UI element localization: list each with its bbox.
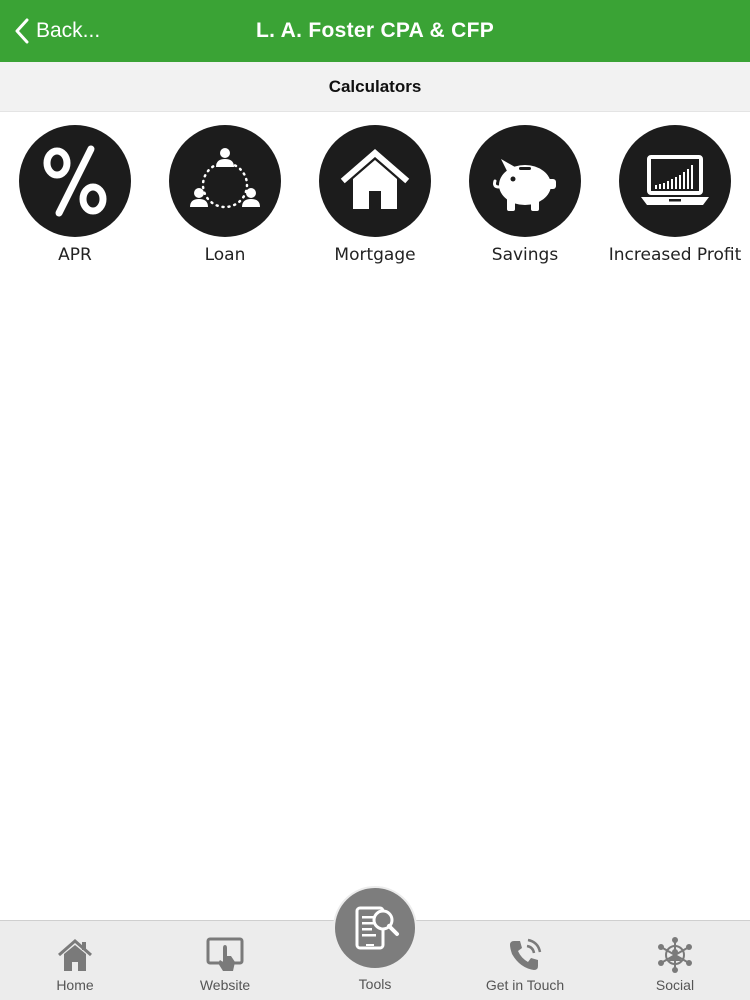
tab-label: Get in Touch [485, 977, 565, 993]
calculator-icon-circle [469, 125, 581, 237]
tab-home[interactable]: Home [0, 921, 150, 1000]
tools-search-icon [355, 906, 399, 950]
top-header-bar: Back... L. A. Foster CPA & CFP [0, 0, 750, 62]
calculator-label: Increased Profit [608, 245, 742, 265]
calculator-icon-circle [619, 125, 731, 237]
tools-button-circle[interactable] [335, 888, 415, 968]
calculator-icon-circle [19, 125, 131, 237]
calculator-label: Loan [204, 245, 246, 265]
calculators-grid: APR Loan Mortgage Savings Increased Prof… [0, 125, 750, 275]
website-touch-icon [205, 935, 245, 975]
laptop-chart-icon [641, 155, 709, 205]
calculator-icon-circle [169, 125, 281, 237]
calculator-apr[interactable]: APR [0, 125, 150, 275]
social-network-icon [656, 935, 694, 975]
home-icon [56, 935, 94, 975]
tab-tools[interactable] [333, 886, 417, 970]
calculator-label: Mortgage [334, 245, 416, 265]
calculator-loan[interactable]: Loan [150, 125, 300, 275]
app-root: Back... L. A. Foster CPA & CFP Calculato… [0, 0, 750, 1000]
calculator-icon-circle [319, 125, 431, 237]
house-icon [340, 149, 410, 209]
calculator-label: Savings [491, 245, 559, 265]
calculator-mortgage[interactable]: Mortgage [300, 125, 450, 275]
people-network-icon [190, 148, 260, 209]
page-title: Calculators [0, 62, 750, 112]
calculator-savings[interactable]: Savings [450, 125, 600, 275]
tab-social[interactable]: Social [600, 921, 750, 1000]
piggy-bank-icon [493, 159, 556, 211]
tab-website[interactable]: Website [150, 921, 300, 1000]
tab-get-in-touch[interactable]: Get in Touch [450, 921, 600, 1000]
tab-label: Home [56, 977, 94, 993]
calculator-label: APR [58, 245, 92, 265]
tab-label: Website [199, 977, 251, 993]
tab-label: Social [655, 977, 695, 993]
phone-icon [506, 935, 544, 975]
calculator-increased-profit[interactable]: Increased Profit [600, 125, 750, 275]
percent-icon [43, 145, 107, 217]
app-title: L. A. Foster CPA & CFP [256, 19, 494, 42]
tab-tools-label: Tools [358, 976, 392, 992]
